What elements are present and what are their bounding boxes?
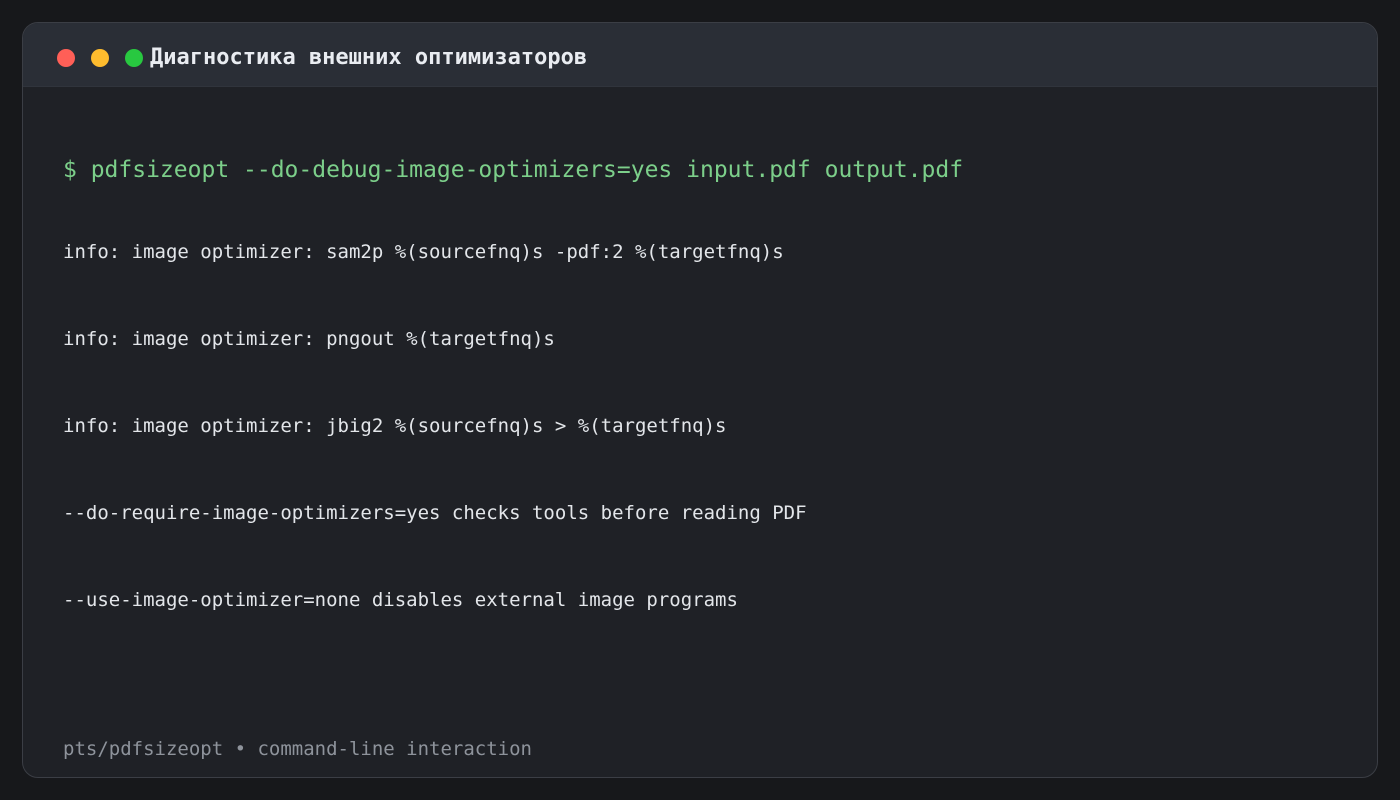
footer-caption: pts/pdfsizeopt • command-line interactio… — [63, 738, 532, 760]
output-line: info: image optimizer: pngout %(targetfn… — [63, 328, 555, 350]
terminal-window: Диагностика внешних оптимизаторов $ pdfs… — [22, 22, 1378, 778]
window-title: Диагностика внешних оптимизаторов — [150, 45, 588, 70]
output-line: info: image optimizer: sam2p %(sourcefnq… — [63, 241, 784, 263]
output-line: --do-require-image-optimizers=yes checks… — [63, 502, 807, 524]
output-line: --use-image-optimizer=none disables exte… — [63, 589, 738, 611]
terminal-output[interactable]: $ pdfsizeopt --do-debug-image-optimizers… — [63, 117, 963, 675]
command-line: $ pdfsizeopt --do-debug-image-optimizers… — [63, 157, 964, 183]
minimize-window-button[interactable] — [91, 49, 109, 67]
close-window-button[interactable] — [57, 49, 75, 67]
maximize-window-button[interactable] — [125, 49, 143, 67]
title-bar: Диагностика внешних оптимизаторов — [23, 23, 1377, 87]
output-line: info: image optimizer: jbig2 %(sourcefnq… — [63, 415, 727, 437]
